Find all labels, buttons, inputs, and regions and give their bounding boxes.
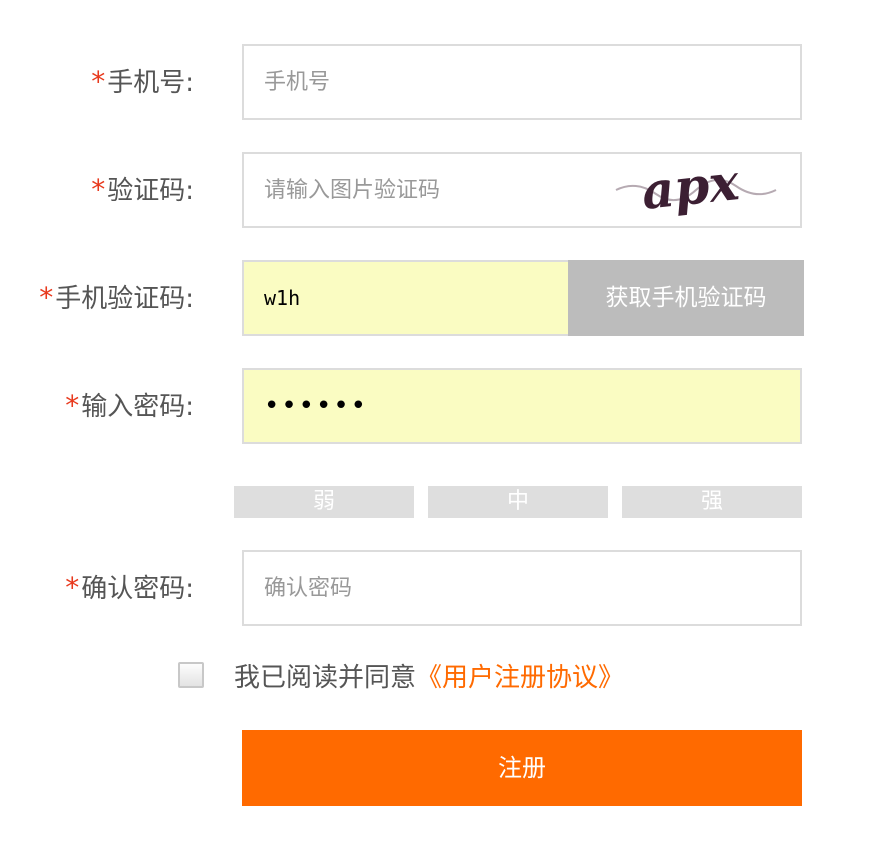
register-form: *手机号: *验证码: apx *手机验证码: 获取手机验证码 (0, 0, 870, 868)
agreement-link[interactable]: 《用户注册协议》 (416, 663, 624, 693)
password-row: *输入密码: (0, 368, 870, 444)
sms-code-label: *手机验证码: (39, 260, 194, 336)
confirm-password-input[interactable] (244, 552, 800, 624)
sms-code-label-text: 手机验证码: (55, 284, 194, 314)
password-input[interactable] (244, 370, 800, 442)
captcha-image[interactable]: apx (596, 160, 786, 222)
sms-code-field: 获取手机验证码 (242, 260, 804, 336)
get-sms-code-button[interactable]: 获取手机验证码 (568, 260, 804, 336)
captcha-label-text: 验证码: (107, 176, 194, 206)
register-button[interactable]: 注册 (242, 730, 802, 806)
phone-input[interactable] (244, 46, 800, 118)
required-mark: * (91, 65, 106, 98)
password-label: *输入密码: (65, 368, 194, 444)
required-mark: * (91, 173, 106, 206)
agreement-row: 我已阅读并同意《用户注册协议》 (178, 656, 818, 700)
password-label-text: 输入密码: (81, 392, 194, 422)
phone-label: *手机号: (91, 44, 194, 120)
captcha-field: apx (242, 152, 802, 228)
strength-weak: 弱 (234, 486, 414, 518)
agreement-text: 我已阅读并同意 (234, 663, 417, 693)
required-mark: * (65, 571, 80, 604)
strength-medium: 中 (428, 486, 608, 518)
phone-label-text: 手机号: (107, 68, 194, 98)
confirm-password-label-text: 确认密码: (81, 574, 194, 604)
confirm-password-row: *确认密码: (0, 550, 870, 626)
required-mark: * (65, 389, 80, 422)
phone-row: *手机号: (0, 44, 870, 120)
confirm-password-label: *确认密码: (65, 550, 194, 626)
captcha-label: *验证码: (91, 152, 194, 228)
sms-code-row: *手机验证码: 获取手机验证码 (0, 260, 870, 336)
sms-code-input[interactable] (244, 262, 568, 334)
phone-field (242, 44, 802, 120)
confirm-password-field (242, 550, 802, 626)
captcha-image-text: apx (639, 160, 743, 221)
captcha-row: *验证码: apx (0, 152, 870, 228)
required-mark: * (39, 281, 54, 314)
strength-strong: 强 (622, 486, 802, 518)
agreement-text-wrap: 我已阅读并同意《用户注册协议》 (234, 656, 624, 700)
agreement-checkbox[interactable] (178, 662, 204, 688)
captcha-input[interactable] (244, 154, 584, 226)
password-strength-meter: 弱 中 强 (234, 486, 802, 518)
password-field (242, 368, 802, 444)
